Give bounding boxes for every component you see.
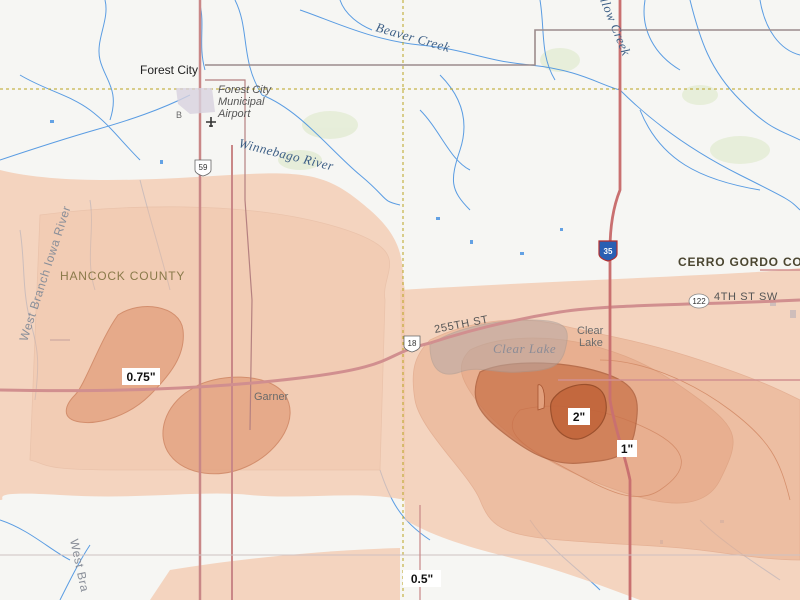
svg-text:1": 1" (621, 442, 633, 456)
svg-text:2": 2" (573, 410, 585, 424)
hancock-county-label: HANCOCK COUNTY (60, 269, 185, 283)
contour-label-0-5: 0.5" (403, 570, 441, 587)
svg-text:122: 122 (692, 297, 706, 306)
forest-city-label: Forest City (140, 63, 198, 77)
4th-st-sw-label: 4TH ST SW (714, 291, 778, 303)
precipitation-map[interactable]: 59 18 122 35 Beaver Creek Winnebago Rive… (0, 0, 800, 600)
contour-label-2: 2" (568, 408, 590, 425)
clear-lake-water-label: Clear Lake (493, 341, 556, 356)
airport-label-line2: Municipal (218, 96, 265, 108)
clear-lake-town-line2: Lake (579, 337, 603, 349)
svg-text:59: 59 (199, 163, 208, 172)
contour-label-0-75: 0.75" (122, 368, 160, 385)
route-b-label: B (176, 110, 182, 120)
clear-lake-town-line1: Clear (577, 325, 604, 337)
us-59-shield: 59 (194, 159, 212, 177)
svg-text:0.75": 0.75" (126, 370, 155, 384)
interstate-35-shield: 35 (598, 240, 618, 262)
airport-label-line1: Forest City (218, 84, 273, 96)
garner-label: Garner (254, 391, 289, 403)
us-18-shield: 18 (403, 335, 421, 353)
svg-text:0.5": 0.5" (411, 572, 433, 586)
airport-label-line3: Airport (217, 108, 251, 120)
route-122-shield: 122 (688, 293, 710, 309)
contour-label-1: 1" (617, 440, 637, 457)
map-canvas[interactable]: 59 18 122 35 Beaver Creek Winnebago Rive… (0, 0, 800, 600)
svg-text:35: 35 (604, 247, 613, 256)
cerro-gordo-county-label: CERRO GORDO COU (678, 255, 800, 269)
svg-text:18: 18 (408, 339, 417, 348)
